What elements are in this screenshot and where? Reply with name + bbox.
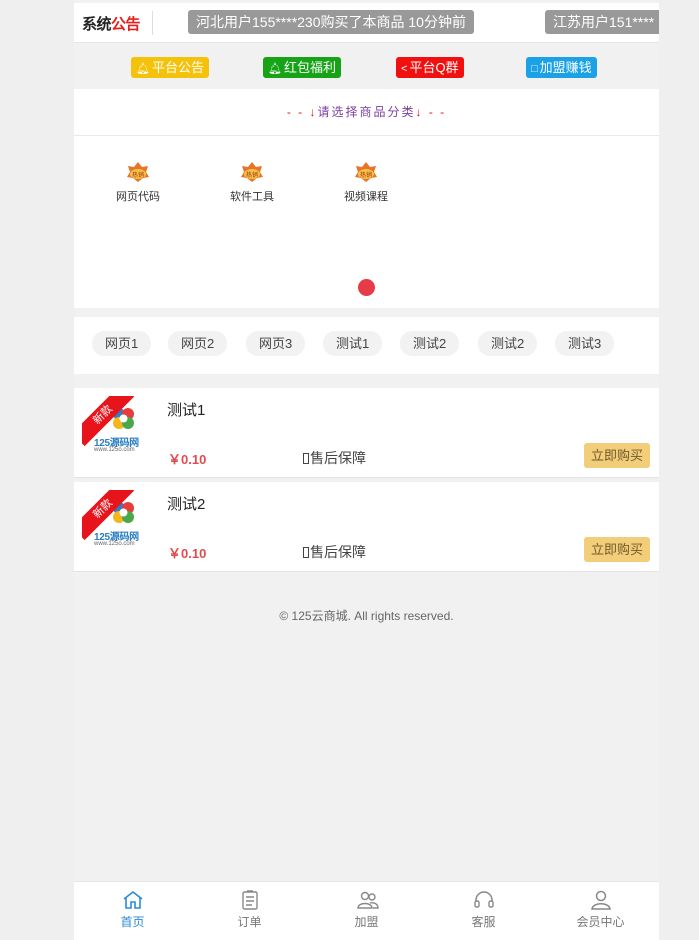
missing-glyph-icon bbox=[303, 453, 309, 464]
platform-notice-button[interactable]: 🔔︎ 平台公告 bbox=[131, 57, 209, 78]
category-header-dash: - - ↓ bbox=[286, 105, 318, 119]
tag-chip[interactable]: 网页1 bbox=[92, 331, 152, 356]
tab-customer-service[interactable]: 客服 bbox=[425, 882, 542, 940]
share-icon: < bbox=[401, 63, 408, 75]
notice-logo-text-b: 公告 bbox=[111, 16, 141, 33]
tab-home[interactable]: 首页 bbox=[74, 882, 191, 940]
headset-icon bbox=[474, 891, 494, 908]
tag-chip[interactable]: 测试2 bbox=[400, 331, 460, 356]
buy-now-button[interactable]: 立即购买 bbox=[583, 443, 650, 468]
category-header: - - ↓请选择商品分类↓ - - bbox=[74, 89, 659, 136]
tab-label: 首页 bbox=[120, 915, 145, 929]
tag-filter-bar: 网页1 网页2 网页3 测试1 测试2 测试2 测试3 bbox=[74, 317, 659, 374]
qq-group-button[interactable]: < 平台Q群 bbox=[396, 57, 464, 78]
notice-divider bbox=[152, 11, 153, 35]
hot-badge-icon: 热销 bbox=[355, 162, 377, 182]
tag-chip[interactable]: 测试3 bbox=[555, 331, 615, 356]
quick-links: 🔔︎ 平台公告 🔔︎ 红包福利 < 平台Q群 □ 加盟赚钱 bbox=[74, 57, 659, 81]
quick-link-label: 红包福利 bbox=[283, 60, 336, 75]
quick-link-label: 平台公告 bbox=[151, 60, 204, 75]
after-sales-guarantee: 售后保障 bbox=[303, 542, 366, 562]
copyright-footer: © 125云商城. All rights reserved. bbox=[279, 609, 454, 623]
category-label: 网页代码 bbox=[116, 191, 160, 203]
notice-bar: 系统公告 河北用户155****230购买了本商品 10分钟前 江苏用户151*… bbox=[74, 3, 659, 43]
category-label: 视频课程 bbox=[344, 191, 388, 203]
tab-orders[interactable]: 订单 bbox=[191, 882, 308, 940]
tag-chip[interactable]: 测试2 bbox=[478, 331, 538, 356]
app-container: 系统公告 河北用户155****230购买了本商品 10分钟前 江苏用户151*… bbox=[74, 0, 659, 940]
product-card[interactable]: 125源码网 www.125o.com 新款 测试2 ￥0.10 售后保障 立即… bbox=[74, 482, 659, 572]
hot-badge-text: 热销 bbox=[132, 171, 144, 179]
category-header-dash: ↓ - - bbox=[415, 105, 447, 119]
brand-url: www.125o.com bbox=[94, 541, 135, 547]
product-price: ￥0.10 bbox=[168, 546, 207, 561]
product-price: ￥0.10 bbox=[168, 452, 207, 467]
tab-join[interactable]: 加盟 bbox=[308, 882, 425, 940]
bell-icon: 🔔︎ bbox=[136, 63, 150, 75]
category-header-text: 请选择商品分类 bbox=[317, 105, 416, 119]
hot-badge-icon: 热销 bbox=[127, 162, 149, 182]
category-item-video-courses[interactable]: 热销 视频课程 bbox=[326, 161, 406, 204]
tab-member-center[interactable]: 会员中心 bbox=[542, 882, 659, 940]
category-grid: 热销 网页代码 热销 软件工具 热销 视频课程 bbox=[74, 136, 659, 308]
bottom-tab-bar: 首页 订单 加盟 客服 会员中心 bbox=[74, 881, 659, 940]
after-sales-label: 售后保障 bbox=[310, 544, 366, 560]
hot-badge-icon: 热销 bbox=[241, 162, 263, 182]
buy-now-button[interactable]: 立即购买 bbox=[583, 537, 650, 562]
red-packet-button[interactable]: 🔔︎ 红包福利 bbox=[263, 57, 341, 78]
tab-label: 会员中心 bbox=[576, 915, 625, 929]
quick-link-label: 加盟赚钱 bbox=[539, 60, 592, 75]
broken-image-icon: □ bbox=[531, 63, 538, 75]
carousel-page-dot[interactable] bbox=[358, 279, 375, 296]
group-icon bbox=[357, 891, 379, 909]
tag-chip[interactable]: 测试1 bbox=[323, 331, 383, 356]
product-thumbnail[interactable]: 125源码网 www.125o.com 新款 bbox=[82, 490, 152, 552]
order-icon bbox=[242, 890, 258, 910]
product-thumbnail[interactable]: 125源码网 www.125o.com 新款 bbox=[82, 396, 152, 458]
product-card[interactable]: 125源码网 www.125o.com 新款 测试1 ￥0.10 售后保障 立即… bbox=[74, 388, 659, 478]
category-item-web-code[interactable]: 热销 网页代码 bbox=[98, 161, 178, 204]
notice-logo-text-a: 系统 bbox=[82, 16, 112, 33]
missing-glyph-icon bbox=[303, 547, 309, 558]
home-icon bbox=[123, 890, 143, 909]
hot-badge-text: 热销 bbox=[246, 171, 258, 179]
product-title[interactable]: 测试2 bbox=[167, 493, 205, 514]
after-sales-label: 售后保障 bbox=[310, 450, 366, 466]
tab-label: 客服 bbox=[471, 915, 496, 929]
tag-chip[interactable]: 网页3 bbox=[246, 331, 306, 356]
hot-badge-text: 热销 bbox=[360, 171, 372, 179]
category-label: 软件工具 bbox=[230, 191, 274, 203]
tag-chip[interactable]: 网页2 bbox=[168, 331, 228, 356]
tab-label: 订单 bbox=[237, 915, 262, 929]
product-title[interactable]: 测试1 bbox=[167, 399, 205, 420]
user-icon bbox=[591, 890, 611, 910]
quick-link-label: 平台Q群 bbox=[409, 60, 459, 75]
after-sales-guarantee: 售后保障 bbox=[303, 448, 366, 468]
notice-ticker-item[interactable]: 河北用户155****230购买了本商品 10分钟前 bbox=[188, 10, 474, 34]
category-item-software-tools[interactable]: 热销 软件工具 bbox=[212, 161, 292, 204]
bell-icon: 🔔︎ bbox=[268, 63, 282, 75]
notice-logo: 系统公告 bbox=[82, 13, 141, 34]
join-earn-button[interactable]: □ 加盟赚钱 bbox=[526, 57, 597, 78]
tab-label: 加盟 bbox=[354, 915, 379, 929]
notice-ticker-item[interactable]: 江苏用户151**** bbox=[545, 10, 659, 34]
brand-url: www.125o.com bbox=[94, 447, 135, 453]
